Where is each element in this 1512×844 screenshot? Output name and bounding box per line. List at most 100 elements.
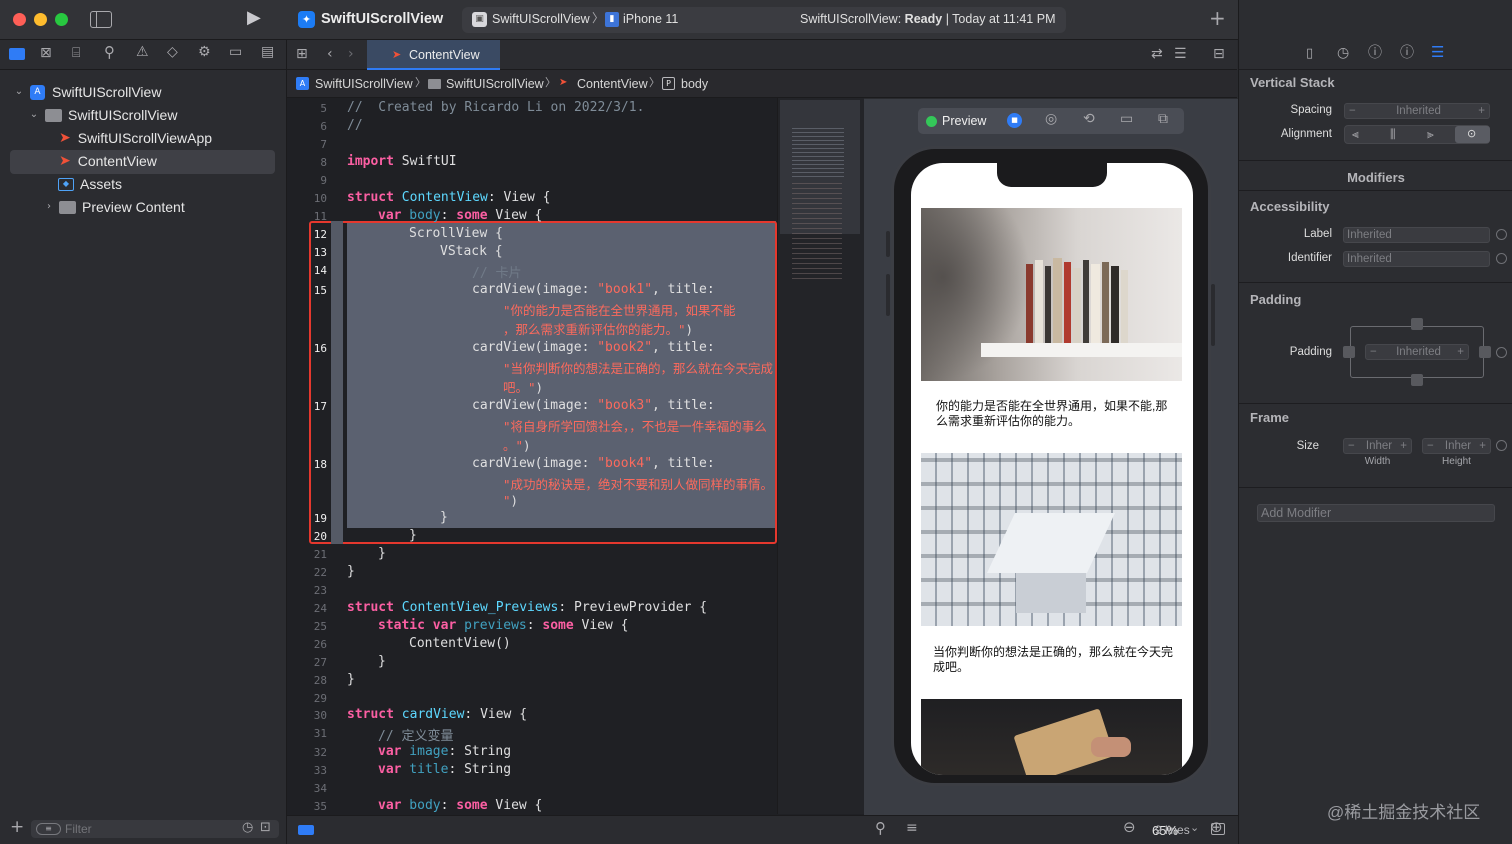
add-modifier-field[interactable]: Add Modifier: [1257, 504, 1495, 522]
recent-files-icon[interactable]: ◷: [242, 821, 253, 834]
forward-arrow-icon[interactable]: ›: [348, 47, 354, 61]
chevron-down-icon[interactable]: ⌄: [1190, 822, 1199, 833]
disclosure-open-icon[interactable]: ⌄: [14, 87, 24, 97]
report-nav-icon[interactable]: ▤: [261, 45, 274, 59]
source-control-filter-icon[interactable]: ⊡: [260, 821, 271, 834]
issue-nav-icon[interactable]: ⚠: [136, 45, 149, 59]
source-control-icon[interactable]: ⊠: [40, 46, 52, 60]
device-selector[interactable]: iPhone 11: [623, 12, 678, 26]
close-window-button[interactable]: [13, 13, 26, 26]
decrement-icon[interactable]: −: [1427, 439, 1434, 453]
minimap[interactable]: [777, 98, 864, 814]
token: ": [503, 493, 511, 508]
code-line: var body: some View {: [378, 798, 542, 813]
pin-preview-icon[interactable]: ⚲: [875, 821, 886, 836]
status-time: | Today at 11:41 PM: [945, 12, 1056, 26]
padding-leading-checkbox[interactable]: [1343, 346, 1355, 358]
nav-item-app-file[interactable]: ➤ SwiftUIScrollViewApp: [59, 127, 212, 149]
nav-item-preview-content[interactable]: › Preview Content: [44, 196, 185, 218]
label-field[interactable]: Inherited: [1343, 227, 1490, 243]
align-leading-icon[interactable]: ⫷: [1352, 128, 1359, 140]
padding-field[interactable]: − Inherited +: [1365, 344, 1469, 360]
code-review-icon[interactable]: ⇄: [1151, 47, 1163, 61]
breakpoint-nav-icon[interactable]: ▭: [229, 45, 242, 59]
padding-reset-icon[interactable]: [1496, 347, 1507, 358]
align-trailing-icon[interactable]: ⫸: [1427, 128, 1434, 140]
folder-nav-icon[interactable]: [9, 48, 25, 60]
find-nav-icon[interactable]: ⚲: [104, 45, 115, 60]
test-nav-icon[interactable]: ◇: [167, 45, 178, 59]
preview-label[interactable]: Preview: [942, 114, 986, 128]
toggle-debug-icon[interactable]: [1211, 823, 1225, 835]
alignment-segmented-control[interactable]: ⫷ ⫼ ⫸ ⊙: [1344, 125, 1490, 144]
breadcrumb-file[interactable]: ContentView: [577, 77, 648, 91]
attributes-inspector-icon[interactable]: ☰: [1431, 45, 1444, 60]
nav-item-project[interactable]: ⌄ A SwiftUIScrollView: [14, 81, 162, 103]
back-arrow-icon[interactable]: ‹: [327, 47, 333, 61]
disclosure-closed-icon[interactable]: ›: [44, 202, 54, 212]
debug-area-toggle-icon[interactable]: [298, 825, 314, 835]
spacing-field[interactable]: − Inherited +: [1344, 103, 1490, 119]
zoom-window-button[interactable]: [55, 13, 68, 26]
code-area[interactable]: 5 6 7 8 9 10 11 12 13 14 15 16 17 18 19 20 21 22 23 24 25 26 2…: [287, 98, 864, 814]
nav-item-contentview[interactable]: ➤ ContentView: [59, 150, 157, 172]
file-inspector-icon[interactable]: ▯: [1306, 47, 1313, 60]
padding-trailing-checkbox[interactable]: [1479, 346, 1491, 358]
align-center-icon[interactable]: ⫼: [1390, 128, 1396, 140]
identifier-field[interactable]: Inherited: [1343, 251, 1490, 267]
nav-item-assets[interactable]: ◆ Assets: [58, 173, 122, 195]
history-inspector-icon[interactable]: ◷: [1337, 46, 1349, 60]
breadcrumb-project[interactable]: SwiftUIScrollView: [315, 77, 413, 91]
filter-options-icon[interactable]: ≡: [36, 823, 61, 835]
help-inspector-icon[interactable]: ⓘ: [1368, 46, 1382, 60]
rotate-device-icon[interactable]: ⟲: [1083, 112, 1095, 126]
frame-reset-icon[interactable]: [1496, 440, 1507, 451]
split-editor-icon[interactable]: ⊟: [1213, 47, 1225, 61]
padding-top-checkbox[interactable]: [1411, 318, 1423, 330]
inherited-align-icon[interactable]: ⊙: [1467, 128, 1476, 139]
code-line: // 定义变量: [378, 729, 454, 744]
decrement-icon[interactable]: −: [1348, 439, 1355, 453]
increment-icon[interactable]: +: [1478, 104, 1485, 118]
editor-tab-bar: ⊞ ‹ › ➤ ContentView ⇄ ☰ ⊟: [287, 40, 1237, 70]
increment-icon[interactable]: +: [1400, 439, 1407, 453]
minimize-window-button[interactable]: [34, 13, 47, 26]
editor-options-icon[interactable]: ☰: [1174, 47, 1187, 61]
increment-icon[interactable]: +: [1457, 345, 1464, 359]
token: :: [558, 600, 574, 615]
nav-item-group[interactable]: ⌄ SwiftUIScrollView: [29, 104, 178, 126]
folder-icon: [59, 200, 76, 214]
scheme-selector[interactable]: SwiftUIScrollView: [492, 12, 590, 26]
height-field[interactable]: − Inher +: [1422, 438, 1491, 454]
line-number: 21: [313, 548, 327, 561]
code-line: ContentView(): [409, 636, 511, 651]
zoom-out-icon[interactable]: ⊖: [1123, 820, 1136, 835]
disclosure-open-icon[interactable]: ⌄: [29, 110, 39, 120]
toggle-navigator-icon[interactable]: [90, 11, 112, 28]
filter-input[interactable]: Filter: [65, 822, 92, 836]
label-reset-icon[interactable]: [1496, 229, 1507, 240]
preview-settings-icon[interactable]: ≡: [906, 821, 918, 835]
debug-nav-icon[interactable]: ⚙: [198, 45, 211, 59]
device-settings-icon[interactable]: ▭: [1120, 112, 1133, 126]
breadcrumb-group[interactable]: SwiftUIScrollView: [446, 77, 544, 91]
identifier-reset-icon[interactable]: [1496, 253, 1507, 264]
grid-related-items-icon[interactable]: ⊞: [296, 47, 308, 61]
padding-bottom-checkbox[interactable]: [1411, 374, 1423, 386]
line-number: 20: [313, 530, 327, 543]
add-library-icon[interactable]: +: [1209, 8, 1226, 28]
decrement-icon[interactable]: −: [1370, 345, 1377, 359]
identity-inspector-icon[interactable]: ⓘ: [1400, 46, 1414, 60]
decrement-icon[interactable]: −: [1349, 104, 1356, 118]
selectable-mode-icon[interactable]: ◎: [1045, 112, 1057, 126]
increment-icon[interactable]: +: [1479, 439, 1486, 453]
live-mode-icon[interactable]: ■: [1007, 113, 1022, 128]
duplicate-preview-icon[interactable]: ⧉: [1158, 112, 1168, 126]
token: ): [685, 322, 694, 337]
token: struct: [347, 600, 394, 615]
breadcrumb-symbol[interactable]: body: [681, 77, 708, 91]
add-file-icon[interactable]: +: [10, 819, 24, 836]
width-field[interactable]: − Inher +: [1343, 438, 1412, 454]
symbol-nav-icon[interactable]: ⌸: [72, 46, 80, 60]
run-play-icon[interactable]: ▶: [247, 9, 261, 27]
